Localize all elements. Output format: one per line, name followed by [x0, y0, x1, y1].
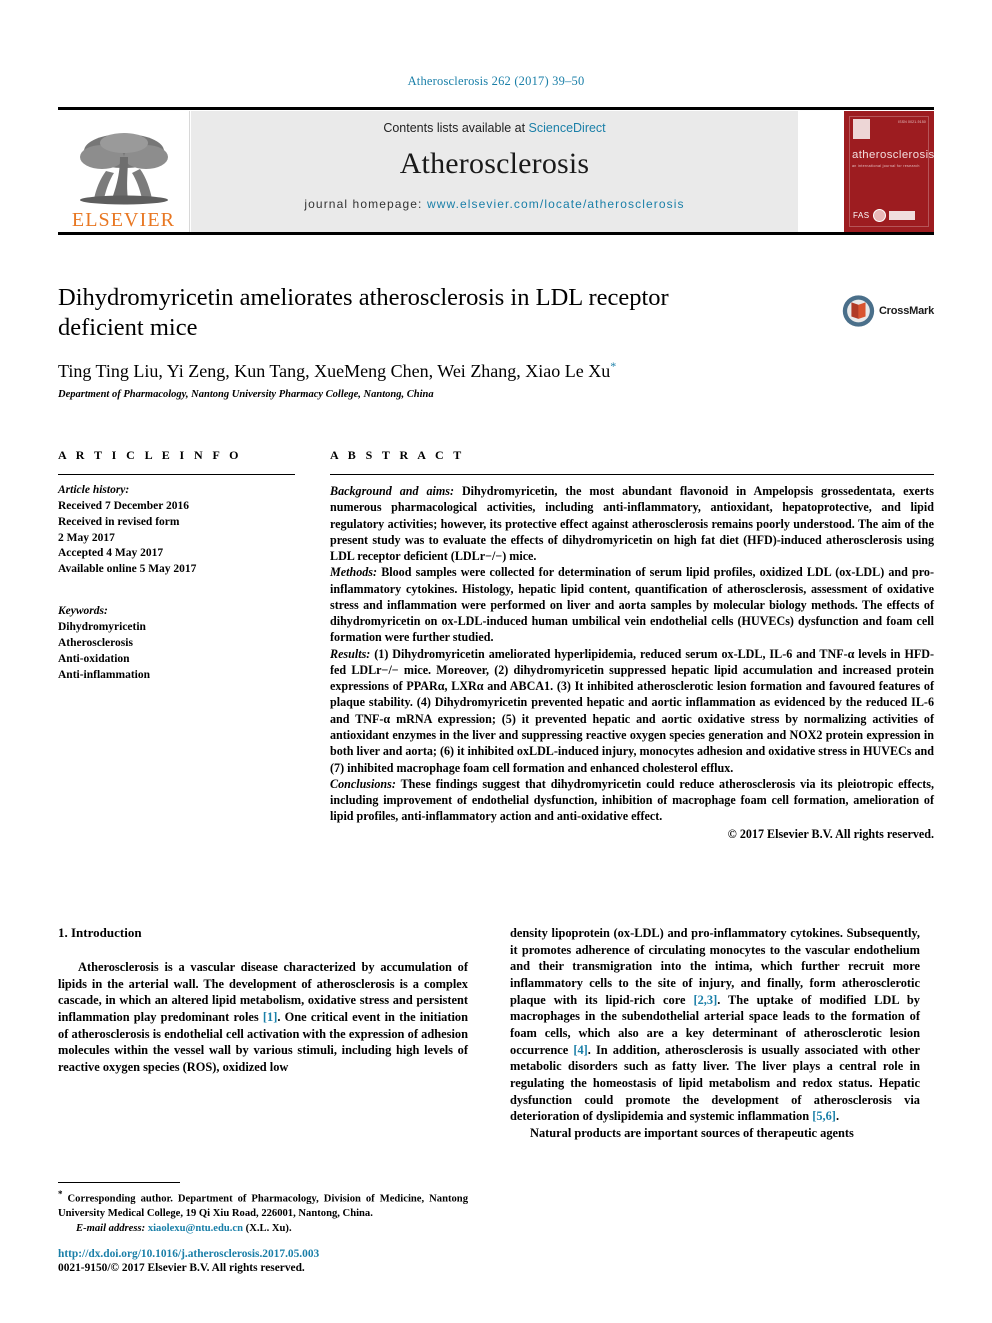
title-block: Dihydromyricetin ameliorates atheroscler…	[58, 283, 934, 400]
body-column-right: density lipoprotein (ox-LDL) and pro-inf…	[510, 925, 920, 1142]
masthead-top-rule	[58, 107, 934, 110]
cover-society-mark-icon	[872, 209, 886, 222]
keyword-item: Dihydromyricetin	[58, 621, 146, 634]
citation-link[interactable]: [5,6]	[812, 1109, 836, 1123]
keywords-label: Keywords:	[58, 605, 108, 618]
email-link[interactable]: xiaolexu@ntu.edu.cn	[148, 1223, 243, 1234]
sciencedirect-link[interactable]: ScienceDirect	[529, 121, 606, 135]
cover-society-text: FAS	[853, 211, 870, 220]
author-names: Ting Ting Liu, Yi Zeng, Kun Tang, XueMen…	[58, 360, 611, 381]
abstract-results-label: Results:	[330, 646, 371, 661]
abstract-methods-text: Blood samples were collected for determi…	[330, 565, 934, 645]
cover-title: atherosclerosis	[852, 149, 934, 161]
article-history-line: Received 7 December 2016	[58, 499, 190, 512]
introduction-paragraph-continued: density lipoprotein (ox-LDL) and pro-inf…	[510, 925, 920, 1125]
keyword-item: Atherosclerosis	[58, 636, 133, 649]
abstract-rule	[330, 474, 934, 475]
contents-prefix: Contents lists available at	[383, 121, 529, 135]
cover-subtitle: an international journal for research	[852, 164, 920, 168]
introduction-paragraph: Atherosclerosis is a vascular disease ch…	[58, 959, 468, 1076]
citation-link[interactable]: [4]	[573, 1043, 587, 1057]
abstract-conclusions: Conclusions: These findings suggest that…	[330, 776, 934, 825]
body-column-left: 1. Introduction Atherosclerosis is a vas…	[58, 925, 468, 1076]
corresponding-author-note: * Corresponding author. Department of Ph…	[58, 1188, 468, 1221]
crossmark-label: CrossMark	[878, 305, 934, 317]
article-info-rule	[58, 474, 295, 475]
cover-society-logo: FAS	[853, 209, 915, 222]
article-history-label: Article history:	[58, 484, 130, 496]
elsevier-tree-icon	[79, 133, 168, 205]
email-suffix: (X.L. Xu).	[243, 1223, 292, 1235]
affiliation: Department of Pharmacology, Nantong Univ…	[58, 388, 434, 400]
cover-elsevier-mark	[853, 119, 870, 139]
abstract-background-label: Background and aims:	[330, 484, 455, 498]
email-note: E-mail address: xiaolexu@ntu.edu.cn (X.L…	[58, 1223, 468, 1234]
masthead-center-panel: Contents lists available at ScienceDirec…	[191, 111, 798, 232]
contents-line: Contents lists available at ScienceDirec…	[191, 121, 798, 135]
article-info-column: A R T I C L E I N F O Article history: R…	[58, 448, 295, 683]
article-first-page: Atherosclerosis 262 (2017) 39–50 ELSEVIE…	[0, 0, 992, 1323]
crossmark-icon	[842, 295, 875, 327]
keyword-item: Anti-inflammation	[58, 668, 150, 681]
journal-cover-thumbnail: ISSN 0021-9150 atherosclerosis an intern…	[844, 111, 934, 232]
crossmark-badge[interactable]: CrossMark	[842, 286, 934, 336]
article-history-line: 2 May 2017	[58, 531, 115, 544]
abstract-conclusions-text: These findings suggest that dihydromyric…	[330, 776, 934, 824]
corresponding-note-text: Corresponding author. Department of Phar…	[58, 1193, 468, 1219]
citation-link[interactable]: [2,3]	[693, 993, 717, 1007]
journal-title: Atherosclerosis	[399, 147, 590, 180]
doi-block: http://dx.doi.org/10.1016/j.atherosclero…	[58, 1248, 558, 1274]
abstract-methods-label: Methods:	[330, 565, 378, 580]
abstract-results: Results: (1) Dihydromyricetin ameliorate…	[330, 646, 934, 776]
introduction-paragraph-2: Natural products are important sources o…	[530, 1126, 854, 1141]
abstract-heading: A B S T R A C T	[330, 448, 465, 462]
journal-homepage-line: journal homepage: www.elsevier.com/locat…	[191, 197, 798, 211]
email-label: E-mail address:	[76, 1223, 146, 1235]
article-info-heading: A R T I C L E I N F O	[58, 448, 242, 462]
corresponding-author-marker: *	[610, 358, 617, 373]
masthead-bottom-rule	[58, 232, 934, 235]
doi-link[interactable]: http://dx.doi.org/10.1016/j.atherosclero…	[58, 1248, 558, 1260]
introduction-heading: 1. Introduction	[58, 925, 142, 940]
abstract-column: A B S T R A C T Background and aims: Dih…	[330, 448, 934, 854]
cover-society-block	[888, 211, 915, 220]
page-title: Dihydromyricetin ameliorates atheroscler…	[58, 284, 669, 341]
journal-masthead: ELSEVIER Contents lists available at Sci…	[58, 107, 934, 235]
article-history-line: Accepted 4 May 2017	[58, 547, 164, 560]
article-history-line: Available online 5 May 2017	[58, 563, 197, 576]
running-head: Atherosclerosis 262 (2017) 39–50	[407, 74, 585, 88]
abstract-results-text: (1) Dihydromyricetin ameliorated hyperli…	[330, 646, 934, 775]
homepage-link[interactable]: www.elsevier.com/locate/atherosclerosis	[427, 197, 685, 211]
article-history-line: Received in revised form	[58, 515, 180, 528]
abstract-copyright: © 2017 Elsevier B.V. All rights reserved…	[727, 826, 934, 841]
cover-corner-text: ISSN 0021-9150	[898, 120, 926, 124]
footnote-block: * Corresponding author. Department of Ph…	[58, 1182, 468, 1234]
body-columns: 1. Introduction Atherosclerosis is a vas…	[58, 925, 934, 1215]
abstract-methods: Methods: Blood samples were collected fo…	[330, 564, 934, 645]
intro-text-f: .	[835, 1109, 840, 1124]
elsevier-wordmark: ELSEVIER	[71, 209, 176, 231]
issn-copyright-line: 0021-9150/© 2017 Elsevier B.V. All right…	[58, 1262, 305, 1274]
footnote-rule	[58, 1182, 180, 1183]
author-list: Ting Ting Liu, Yi Zeng, Kun Tang, XueMen…	[58, 359, 934, 382]
abstract-conclusions-label: Conclusions:	[330, 776, 396, 791]
keyword-item: Anti-oxidation	[58, 652, 130, 665]
citation-link[interactable]: [1]	[263, 1010, 277, 1024]
homepage-prefix: journal homepage:	[304, 197, 427, 211]
abstract-background: Background and aims: Dihydromyricetin, t…	[330, 483, 934, 564]
elsevier-logo: ELSEVIER	[58, 111, 190, 232]
